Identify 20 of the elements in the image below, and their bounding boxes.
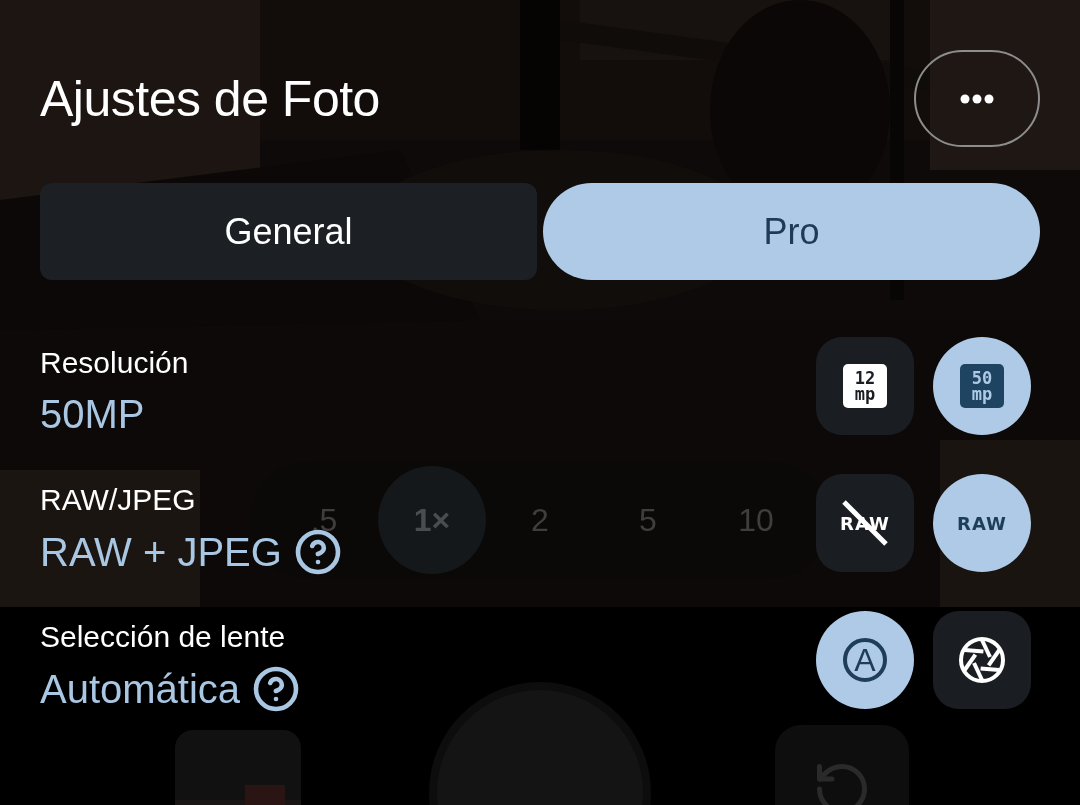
tab[interactable]: Pro	[543, 183, 1040, 280]
setting-label: Selección de lente	[40, 619, 287, 655]
setting-label: RAW/JPEG	[40, 482, 197, 518]
raw-label: RAW	[957, 512, 1007, 534]
megapixel-label: 50 mp	[960, 364, 1004, 408]
more-button[interactable]	[914, 50, 1040, 147]
setting-value: 50MP	[40, 391, 145, 437]
option-button[interactable]	[933, 611, 1031, 709]
aperture-icon	[957, 635, 1007, 685]
auto-label: A	[843, 638, 887, 682]
more-icon	[960, 93, 994, 104]
setting-label: Resolución	[40, 345, 189, 381]
setting-value: RAW + JPEG	[40, 529, 282, 575]
option-button[interactable]: A	[816, 611, 914, 709]
help-icon[interactable]	[252, 665, 301, 713]
option-button[interactable]: 12 mp	[816, 337, 914, 435]
page-title: Ajustes de Foto	[40, 69, 380, 128]
megapixel-label: 12 mp	[843, 364, 887, 408]
tab[interactable]: General	[40, 183, 537, 280]
setting-value: Automática	[40, 666, 241, 712]
